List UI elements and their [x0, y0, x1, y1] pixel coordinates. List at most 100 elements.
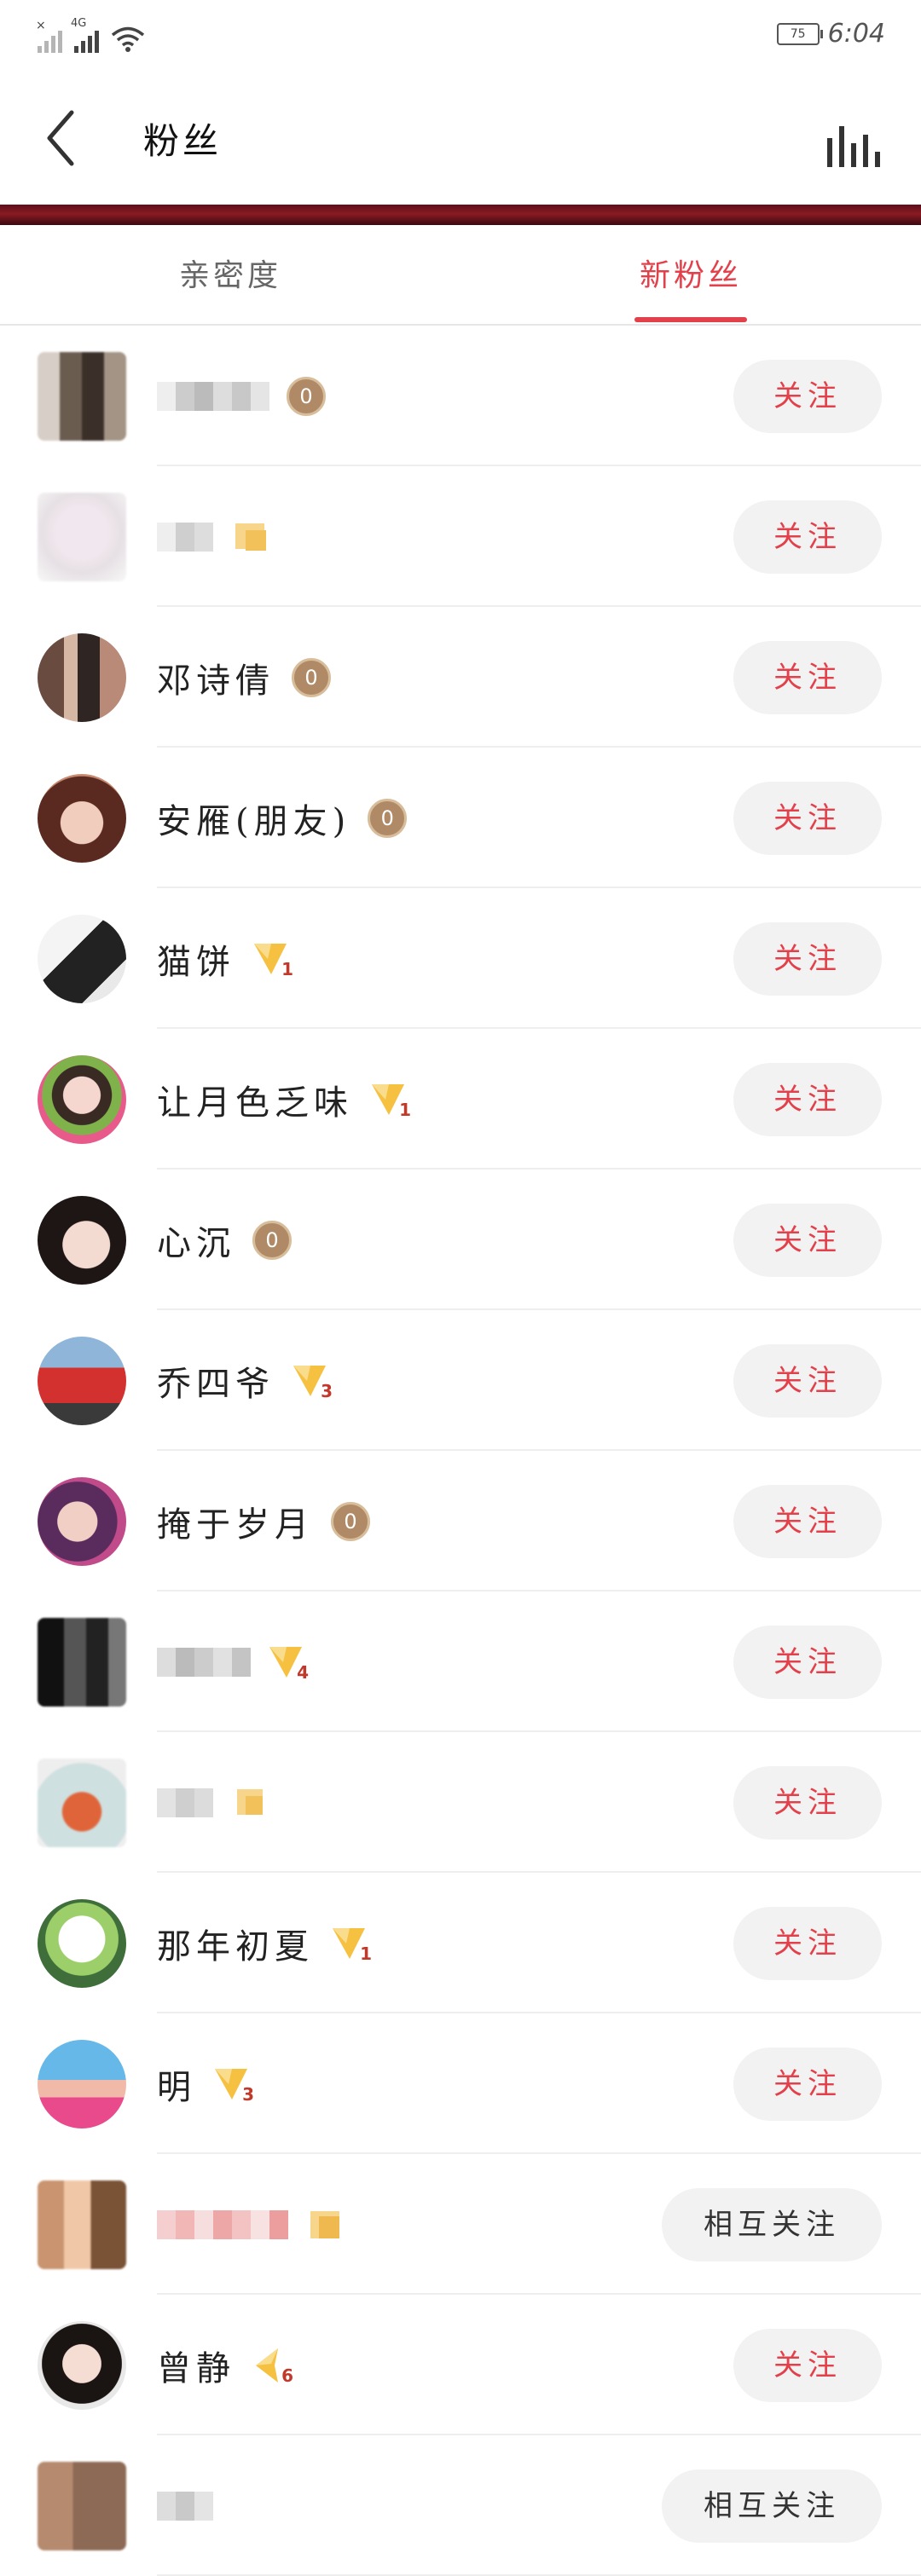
follow-button[interactable]: 关注	[733, 1766, 882, 1840]
fan-row[interactable]: 猫饼 1 关注	[0, 888, 921, 1029]
fan-level-badge: 0	[292, 657, 331, 697]
avatar	[38, 2040, 126, 2128]
fan-level-number: 6	[281, 2365, 293, 2386]
fan-level-number: 3	[242, 2083, 254, 2105]
fan-name-pixelated	[157, 1647, 251, 1677]
fan-row[interactable]: 乔四爷 3 关注	[0, 1310, 921, 1451]
fan-list: 0 关注 关注 邓诗倩 0 关注 安雁(朋友) 0 关注 猫饼 1 关注 让月色…	[0, 326, 921, 2576]
fan-level-badge	[230, 518, 273, 556]
fan-name: 明	[157, 2067, 196, 2107]
follow-button[interactable]: 关注	[733, 1204, 882, 1277]
avatar	[38, 493, 126, 581]
fan-row[interactable]: 明 3 关注	[0, 2013, 921, 2154]
follow-button[interactable]: 关注	[733, 1485, 882, 1558]
fan-row[interactable]: 邓诗倩 0 关注	[0, 607, 921, 748]
fan-level-badge: 0	[287, 376, 326, 416]
follow-button[interactable]: 关注	[733, 782, 882, 855]
status-bar: × 4G 75 6:04	[0, 0, 921, 72]
follow-button[interactable]: 关注	[733, 2048, 882, 2121]
avatar	[38, 2180, 126, 2269]
header-divider-band	[0, 205, 921, 225]
fan-row[interactable]: 安雁(朋友) 0 关注	[0, 748, 921, 888]
avatar	[38, 1759, 126, 1847]
tab-intimacy[interactable]: 亲密度	[179, 225, 281, 324]
fan-name: 掩于岁月	[157, 1505, 314, 1545]
mutual-follow-button[interactable]: 相互关注	[662, 2188, 882, 2261]
page-title: 粉丝	[143, 120, 223, 162]
network-type-label: 4G	[71, 17, 87, 30]
status-bar-left: × 4G	[36, 17, 145, 53]
follow-button[interactable]: 关注	[733, 641, 882, 714]
tab-bar: 亲密度 新粉丝	[0, 225, 921, 326]
avatar	[38, 2321, 126, 2410]
avatar	[38, 1055, 126, 1144]
battery-icon: 75	[776, 22, 823, 45]
fan-level-badge: 0	[331, 1501, 370, 1541]
fan-row[interactable]: 让月色乏味 1 关注	[0, 1029, 921, 1170]
fan-row[interactable]: 那年初夏 1 关注	[0, 1873, 921, 2013]
follow-button[interactable]: 关注	[733, 1626, 882, 1699]
fan-level-badge: 3	[213, 2065, 256, 2105]
avatar	[38, 2462, 126, 2550]
fan-row[interactable]: 曾静 6 关注	[0, 2295, 921, 2435]
fan-name-pixelated	[157, 2491, 213, 2521]
tab-new-fans[interactable]: 新粉丝	[640, 225, 742, 324]
fan-name: 安雁(朋友)	[157, 801, 351, 841]
fan-name: 让月色乏味	[157, 1083, 353, 1123]
avatar	[38, 352, 126, 441]
fan-row[interactable]: 关注	[0, 1732, 921, 1873]
follow-button[interactable]: 关注	[733, 1907, 882, 1980]
follow-button[interactable]: 关注	[733, 2329, 882, 2402]
fan-name-pixelated	[157, 1788, 213, 1817]
avatar	[38, 633, 126, 722]
fan-level-number: 1	[281, 958, 293, 979]
fan-level-number: 4	[297, 1661, 309, 1683]
fan-row[interactable]: 4 关注	[0, 1591, 921, 1732]
fan-name-pixelated	[157, 2209, 288, 2239]
fan-level-badge: 0	[368, 798, 408, 838]
fan-row[interactable]: 关注	[0, 466, 921, 607]
fan-level-badge: 4	[268, 1643, 310, 1683]
fan-level-badge: 6	[252, 2347, 295, 2386]
fan-level-number: 1	[399, 1099, 411, 1120]
fan-level-badge: 1	[370, 1081, 413, 1120]
avatar	[38, 1618, 126, 1707]
fan-name: 那年初夏	[157, 1926, 314, 1967]
fan-name-pixelated	[157, 522, 213, 552]
avatar	[38, 774, 126, 863]
sim2-signal-icon: 4G	[71, 17, 99, 53]
fan-row[interactable]: 心沉 0 关注	[0, 1170, 921, 1310]
fan-level-badge: 1	[331, 1925, 374, 1964]
avatar	[38, 1899, 126, 1988]
fan-row[interactable]: 相互关注	[0, 2435, 921, 2576]
avatar	[38, 1477, 126, 1566]
top-bar: 粉丝	[0, 72, 921, 205]
fan-level-badge: 0	[252, 1220, 292, 1260]
follow-button[interactable]: 关注	[733, 360, 882, 433]
fan-level-badge: 1	[252, 940, 295, 979]
fan-row[interactable]: 相互关注	[0, 2154, 921, 2295]
fan-name: 邓诗倩	[157, 661, 275, 701]
fan-name-pixelated	[157, 381, 269, 411]
fan-level-badge	[230, 1784, 273, 1822]
avatar	[38, 1196, 126, 1285]
fan-row[interactable]: 掩于岁月 0 关注	[0, 1451, 921, 1591]
fan-row[interactable]: 0 关注	[0, 326, 921, 466]
avatar	[38, 1337, 126, 1425]
follow-button[interactable]: 关注	[733, 500, 882, 574]
back-arrow-icon[interactable]	[43, 107, 77, 169]
stats-icon[interactable]	[827, 124, 880, 167]
fan-level-number: 3	[321, 1380, 333, 1401]
active-tab-indicator	[634, 317, 747, 322]
fan-name: 心沉	[157, 1223, 235, 1263]
follow-button[interactable]: 关注	[733, 922, 882, 996]
mutual-follow-button[interactable]: 相互关注	[662, 2469, 882, 2543]
follow-button[interactable]: 关注	[733, 1063, 882, 1136]
fan-level-badge	[305, 2206, 348, 2244]
clock: 6:04	[827, 19, 885, 49]
fan-level-badge: 3	[292, 1362, 334, 1401]
fan-name: 乔四爷	[157, 1364, 275, 1404]
wifi-icon	[111, 26, 145, 52]
sim1-signal-icon: ×	[36, 19, 62, 53]
follow-button[interactable]: 关注	[733, 1344, 882, 1418]
